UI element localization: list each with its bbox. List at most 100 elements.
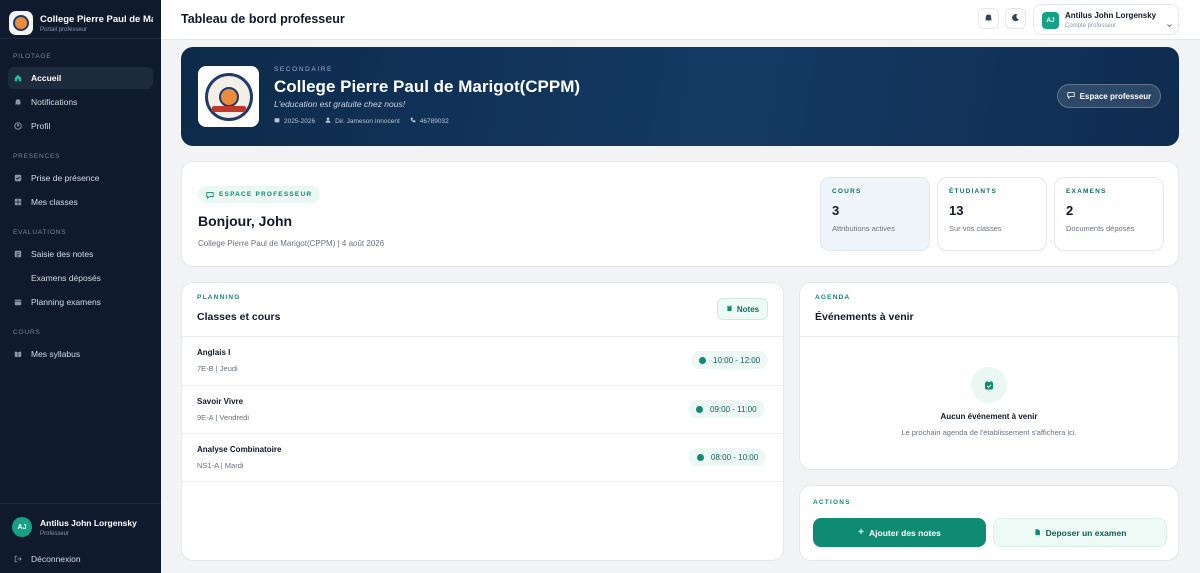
bell-icon [14, 98, 22, 106]
stat-cours: COURS 3 Attributions actives [820, 177, 930, 251]
agenda-card: AGENDA Événements à venir Aucun événemen… [799, 282, 1179, 470]
stat-label: COURS [832, 188, 862, 195]
agenda-empty-title: Aucun événement à venir [940, 412, 1038, 421]
planning-title: Classes et cours [197, 311, 281, 323]
notes-button-label: Notes [736, 304, 760, 314]
welcome-card: ESPACE PROFESSEUR Bonjour, John College … [181, 161, 1179, 267]
calendar-icon [14, 298, 22, 306]
theme-toggle-button[interactable] [1005, 8, 1026, 29]
stat-etudiants: ÉTUDIANTS 13 Sur vos classes [937, 177, 1047, 251]
page-title: Tableau de bord professeur [181, 12, 345, 26]
sidebar-item-accueil[interactable]: Accueil [8, 67, 153, 89]
welcome-tag-label: ESPACE PROFESSEUR [219, 191, 313, 198]
book-icon [14, 350, 22, 358]
plus-icon: + [858, 527, 865, 538]
time-badge: 08:00 - 10:00 [689, 448, 767, 466]
notifications-button[interactable] [978, 8, 999, 29]
home-icon [14, 74, 22, 82]
sidebar-item-label: Saisie des notes [31, 249, 94, 259]
sidebar-item-notifications[interactable]: Notifications [8, 91, 153, 113]
course-time: 08:00 - 10:00 [711, 452, 759, 462]
sidebar-item-examens-deposes[interactable]: Examens déposés [8, 267, 153, 289]
school-year: 2025-2026 [284, 117, 316, 125]
sidebar: College Pierre Paul de Ma... Portail pro… [0, 0, 161, 573]
stat-value: 3 [832, 203, 840, 218]
stat-label: EXAMENS [1066, 188, 1107, 195]
actions-tag: ACTIONS [813, 499, 851, 506]
header-user-role: Compte professeur [1065, 23, 1117, 29]
section-presences: PRESENCES [13, 153, 61, 160]
avatar: AJ [1042, 12, 1059, 29]
greeting: Bonjour, John [198, 213, 293, 229]
sidebar-item-label: Mes syllabus [31, 349, 81, 359]
user-circle-icon [14, 122, 22, 130]
time-badge: 09:00 - 11:00 [688, 400, 765, 418]
agenda-tag: AGENDA [815, 294, 851, 301]
moon-icon [1011, 13, 1020, 24]
clipboard-icon [726, 304, 733, 314]
sidebar-item-label: Prise de présence [31, 173, 100, 183]
course-row[interactable]: Analyse Combinatoire NS1-A | Mardi 08:00… [182, 433, 783, 482]
course-name: Savoir Vivre [197, 397, 244, 406]
header-user-name: Antilus John Lorgensky [1065, 11, 1157, 20]
calendar-icon [274, 117, 280, 125]
clock-icon [696, 405, 703, 413]
stat-sub: Sur vos classes [949, 224, 1002, 233]
chat-icon [1067, 91, 1075, 101]
notes-button[interactable]: Notes [717, 298, 768, 320]
sidebar-item-prise-presence[interactable]: Prise de présence [8, 167, 153, 189]
phone-icon [410, 117, 416, 125]
course-meta: NS1-A | Mardi [197, 461, 244, 470]
chat-icon [206, 186, 214, 204]
school-meta: 2025-2026 Dir. Jameson Innocent 46789032 [274, 117, 449, 125]
section-pilotage: PILOTAGE [13, 53, 52, 60]
course-row[interactable]: Savoir Vivre 9E-A | Vendredi 09:00 - 11:… [182, 385, 783, 434]
sidebar-item-saisie-notes[interactable]: Saisie des notes [8, 243, 153, 265]
sidebar-item-planning-examens[interactable]: Planning examens [8, 291, 153, 313]
logout-button[interactable]: Déconnexion [8, 550, 153, 568]
course-time: 10:00 - 12:00 [713, 355, 761, 365]
upload-exam-button[interactable]: Deposer un examen [993, 518, 1167, 547]
grid-icon [14, 198, 22, 206]
agenda-title: Événements à venir [815, 311, 914, 323]
sidebar-item-label: Examens déposés [31, 273, 101, 283]
logout-label: Déconnexion [31, 554, 81, 564]
sidebar-item-mes-syllabus[interactable]: Mes syllabus [8, 343, 153, 365]
list-icon [14, 250, 22, 258]
espace-professeur-label: Espace professeur [1079, 91, 1152, 101]
add-notes-button[interactable]: + Ajouter des notes [813, 518, 986, 547]
user-menu[interactable]: AJ Antilus John Lorgensky Compte profess… [1033, 4, 1179, 35]
welcome-subtitle: College Pierre Paul de Marigot(CPPM) | 4… [198, 239, 385, 248]
logout-icon [14, 555, 22, 563]
school-phone: 46789032 [419, 117, 449, 125]
sidebar-user-name: Antilus John Lorgensky [40, 518, 137, 528]
course-time: 09:00 - 11:00 [710, 404, 757, 414]
sidebar-item-profil[interactable]: Profil [8, 115, 153, 137]
planning-card: PLANNING Classes et cours Notes Anglais … [181, 282, 784, 561]
course-row[interactable]: Anglais I 7E-B | Jeudi 10:00 - 12:00 [182, 336, 783, 385]
school-banner: SECONDAIRE College Pierre Paul de Marigo… [181, 47, 1179, 146]
chevron-down-icon [1166, 16, 1173, 34]
sidebar-item-mes-classes[interactable]: Mes classes [8, 191, 153, 213]
school-seal [198, 66, 259, 127]
sidebar-brand[interactable]: College Pierre Paul de Ma... Portail pro… [0, 0, 161, 39]
espace-professeur-button[interactable]: Espace professeur [1057, 84, 1161, 108]
bell-icon [984, 13, 993, 24]
topbar: Tableau de bord professeur AJ Antilus Jo… [161, 0, 1200, 40]
sidebar-item-label: Mes classes [31, 197, 78, 207]
clock-icon [699, 356, 706, 364]
stat-examens: EXAMENS 2 Documents déposés [1054, 177, 1164, 251]
brand-subtitle: Portail professeur [40, 26, 88, 33]
course-name: Anglais I [197, 348, 231, 357]
stat-value: 2 [1066, 203, 1074, 218]
blank-icon [14, 274, 22, 282]
calendar-empty-icon [971, 367, 1007, 403]
sidebar-footer: AJ Antilus John Lorgensky Professeur Déc… [0, 503, 161, 573]
stat-label: ÉTUDIANTS [949, 188, 997, 195]
school-director: Dir. Jameson Innocent [335, 117, 400, 125]
stat-value: 13 [949, 203, 964, 218]
actions-card: ACTIONS + Ajouter des notes Deposer un e… [799, 485, 1179, 561]
school-level: SECONDAIRE [274, 66, 333, 73]
checkbox-icon [14, 174, 22, 182]
school-name: College Pierre Paul de Marigot(CPPM) [274, 77, 581, 96]
